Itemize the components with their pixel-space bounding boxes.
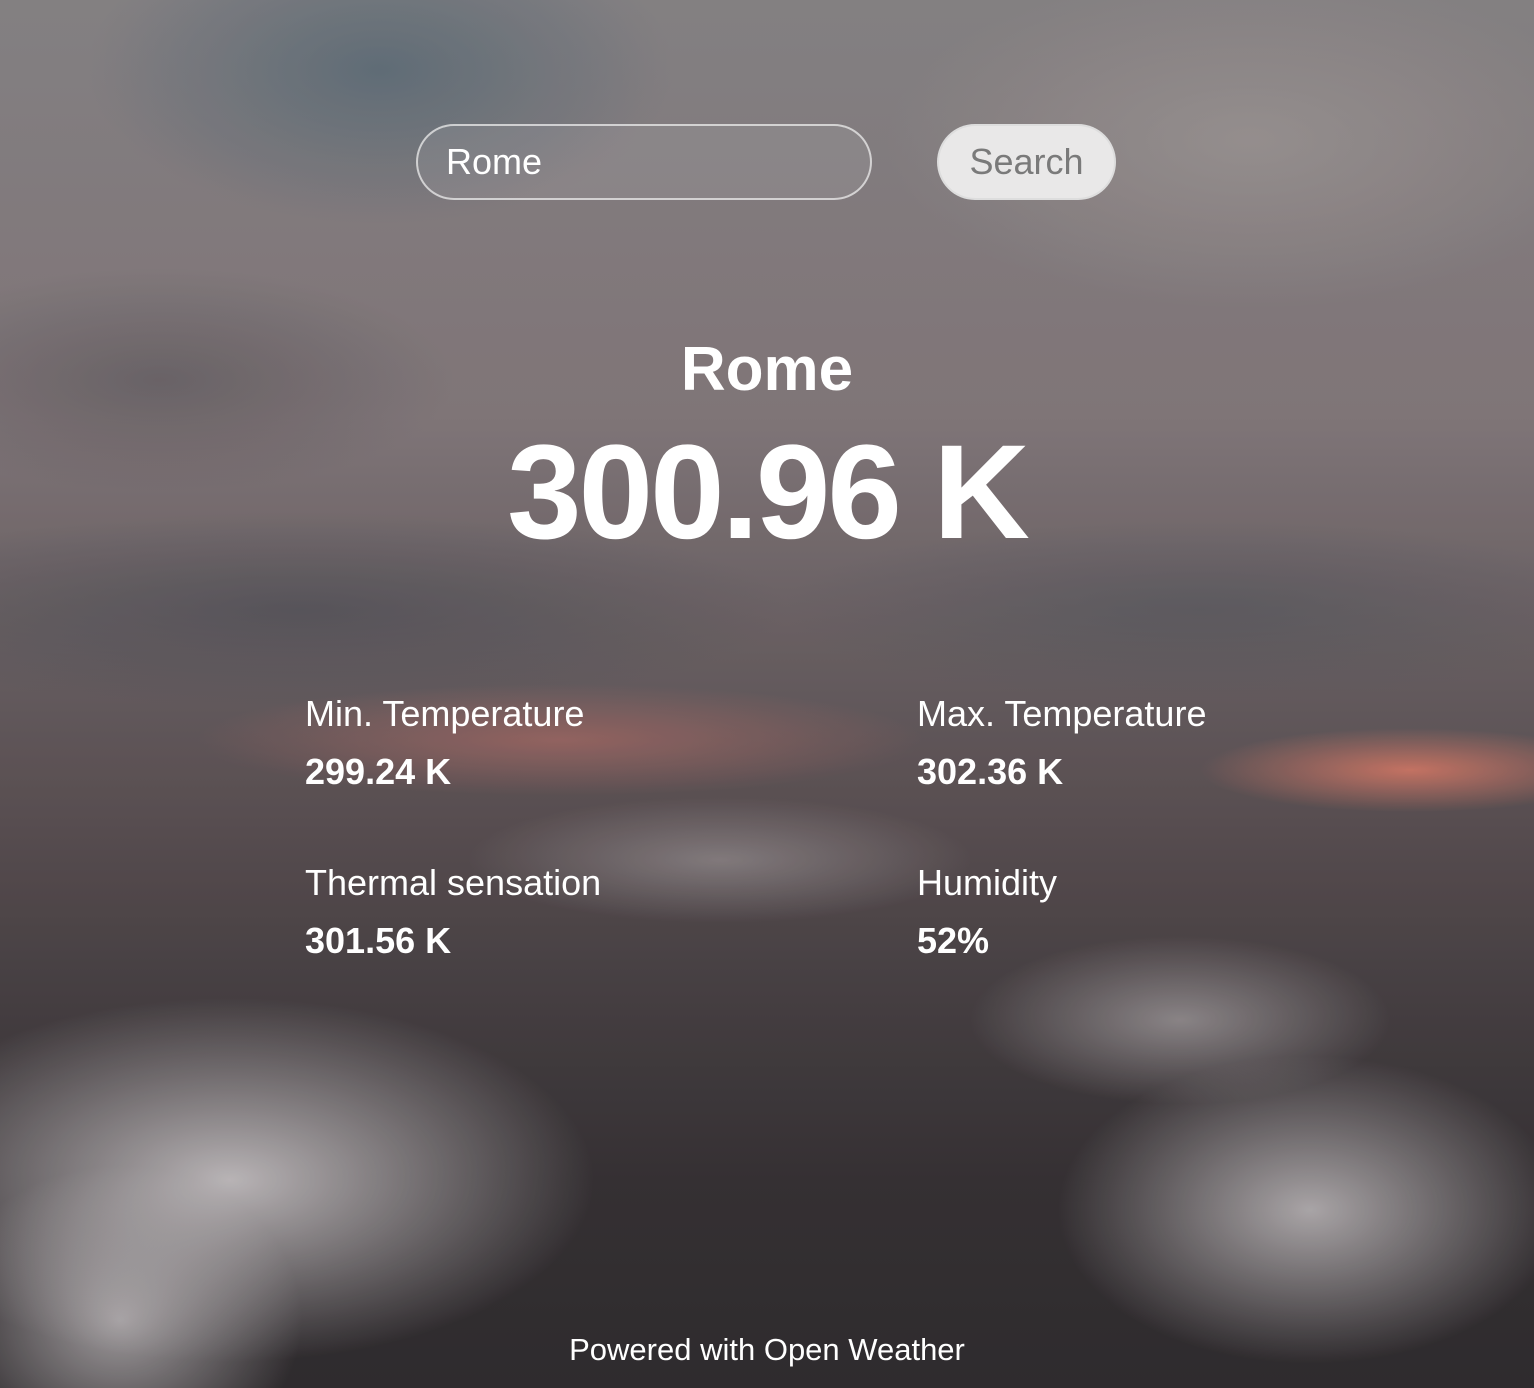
current-temperature: 300.96 K [507, 418, 1030, 567]
stat-value: 302.36 K [917, 751, 1064, 792]
footer-credit: Powered with Open Weather [569, 1332, 965, 1367]
search-button[interactable]: Search [937, 124, 1116, 200]
stat-thermal-sensation: Thermal sensation 301.56 K [305, 861, 725, 963]
stat-label: Humidity [917, 862, 1058, 903]
search-input[interactable] [416, 124, 872, 200]
search-bar: Search [416, 124, 1116, 200]
stat-max-temperature: Max. Temperature 302.36 K [917, 692, 1337, 794]
stat-label: Min. Temperature [305, 693, 585, 734]
stat-value: 301.56 K [305, 920, 452, 961]
stat-value: 52% [917, 920, 990, 961]
stat-value: 299.24 K [305, 751, 452, 792]
city-name: Rome [680, 335, 854, 404]
stat-label: Thermal sensation [305, 862, 602, 903]
stat-label: Max. Temperature [917, 693, 1207, 734]
stat-humidity: Humidity 52% [917, 861, 1337, 963]
stat-min-temperature: Min. Temperature 299.24 K [305, 692, 725, 794]
